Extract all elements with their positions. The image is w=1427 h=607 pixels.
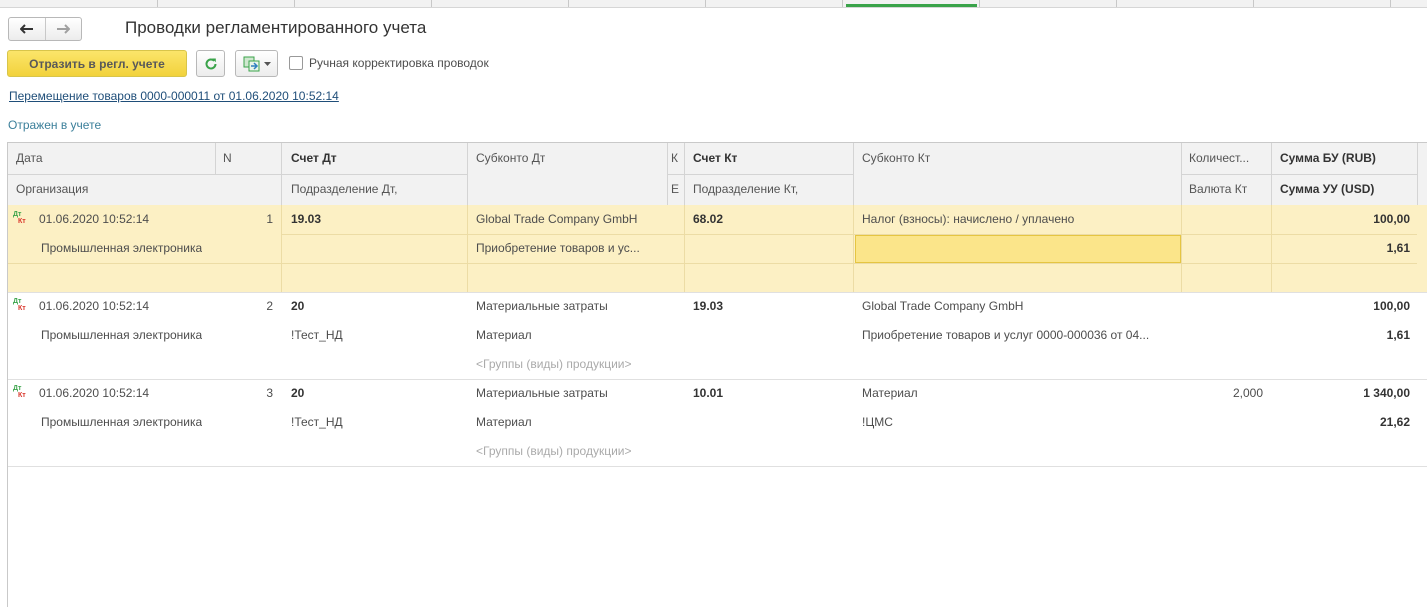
forward-button[interactable] xyxy=(46,18,82,40)
col-header-dept-kt[interactable]: Подразделение Кт, xyxy=(693,182,798,196)
back-button[interactable] xyxy=(9,18,46,40)
table-header: Дата N Счет Дт Субконто Дт К Счет Кт Суб… xyxy=(8,143,1427,206)
sum-bu[interactable]: 100,00 xyxy=(1280,212,1410,226)
organization[interactable]: Промышленная электроника xyxy=(41,328,202,342)
manual-correction-label[interactable]: Ручная корректировка проводок xyxy=(309,56,489,70)
subconto-dt-1[interactable]: Материальные затраты xyxy=(476,386,666,400)
tab-separator xyxy=(294,0,295,7)
col-header-qty[interactable]: Количест... xyxy=(1189,151,1267,165)
document-link[interactable]: Перемещение товаров 0000-000011 от 01.06… xyxy=(9,89,339,103)
sum-uu[interactable]: 21,62 xyxy=(1280,415,1410,429)
manual-correction-checkbox[interactable] xyxy=(289,56,303,70)
subconto-kt-1[interactable]: Материал xyxy=(862,386,1177,400)
col-header-sum-bu[interactable]: Сумма БУ (RUB) xyxy=(1280,151,1376,165)
account-dt[interactable]: 19.03 xyxy=(291,212,321,226)
subconto-dt-3-placeholder[interactable]: <Группы (виды) продукции> xyxy=(476,444,676,458)
tab-separator xyxy=(1253,0,1254,7)
department-dt[interactable]: !Тест_НД xyxy=(291,415,343,429)
tab-separator xyxy=(431,0,432,7)
col-header-date[interactable]: Дата xyxy=(16,151,43,165)
entry-date[interactable]: 01.06.2020 10:52:14 xyxy=(39,299,149,313)
sum-bu[interactable]: 1 340,00 xyxy=(1280,386,1410,400)
entry-number[interactable]: 1 xyxy=(223,212,273,226)
subconto-dt-2[interactable]: Материал xyxy=(476,415,666,429)
account-kt[interactable]: 19.03 xyxy=(693,299,723,313)
tab-separator xyxy=(1390,0,1391,7)
copy-icon xyxy=(243,56,259,71)
table-row[interactable]: Дт Кт 01.06.2020 10:52:14 2 20 Материальн… xyxy=(8,292,1427,380)
entries-table: Дата N Счет Дт Субконто Дт К Счет Кт Суб… xyxy=(7,142,1427,607)
col-header-sum-uu[interactable]: Сумма УУ (USD) xyxy=(1280,182,1374,196)
copy-entries-button[interactable] xyxy=(235,50,278,77)
table-row[interactable]: Дт Кт 01.06.2020 10:52:14 1 19.03 Global … xyxy=(8,205,1427,293)
col-header-acc-kt[interactable]: Счет Кт xyxy=(693,151,737,165)
arrow-right-icon xyxy=(57,24,71,34)
tab-separator xyxy=(157,0,158,7)
subconto-dt-3-placeholder[interactable]: <Группы (виды) продукции> xyxy=(476,357,676,371)
subconto-dt-2[interactable]: Приобретение товаров и ус... xyxy=(476,241,666,255)
subconto-dt-1[interactable]: Global Trade Company GmbH xyxy=(476,212,666,226)
quantity[interactable]: 2,000 xyxy=(1189,386,1263,400)
entry-number[interactable]: 2 xyxy=(223,299,273,313)
page-title: Проводки регламентированного учета xyxy=(125,18,427,37)
col-header-dept-dt[interactable]: Подразделение Дт, xyxy=(291,182,397,196)
subconto-kt-2[interactable]: !ЦМС xyxy=(862,415,1177,429)
organization[interactable]: Промышленная электроника xyxy=(41,241,202,255)
col-header-acc-dt[interactable]: Счет Дт xyxy=(291,151,337,165)
dt-kt-icon: Дт Кт xyxy=(13,211,26,225)
dropdown-arrow-icon xyxy=(263,61,271,66)
status-text: Отражен в учете xyxy=(8,118,102,132)
subconto-dt-2[interactable]: Материал xyxy=(476,328,666,342)
tab-strip xyxy=(0,0,1427,8)
selected-cell[interactable] xyxy=(855,235,1181,263)
account-dt[interactable]: 20 xyxy=(291,386,304,400)
tab-separator xyxy=(842,0,843,7)
sum-uu[interactable]: 1,61 xyxy=(1280,328,1410,342)
department-dt[interactable]: !Тест_НД xyxy=(291,328,343,342)
col-header-org[interactable]: Организация xyxy=(16,182,88,196)
refresh-icon xyxy=(205,57,216,69)
subconto-dt-1[interactable]: Материальные затраты xyxy=(476,299,666,313)
navigation-buttons xyxy=(8,17,82,41)
account-kt[interactable]: 10.01 xyxy=(693,386,723,400)
sum-bu[interactable]: 100,00 xyxy=(1280,299,1410,313)
arrow-left-icon xyxy=(19,24,33,34)
col-header-sub-dt[interactable]: Субконто Дт xyxy=(476,151,545,165)
tab-separator xyxy=(979,0,980,7)
refresh-button[interactable] xyxy=(196,50,225,77)
entry-date[interactable]: 01.06.2020 10:52:14 xyxy=(39,212,149,226)
col-header-sub-kt[interactable]: Субконто Кт xyxy=(862,151,930,165)
account-kt[interactable]: 68.02 xyxy=(693,212,723,226)
col-header-e[interactable]: Е xyxy=(671,182,681,196)
entry-number[interactable]: 3 xyxy=(223,386,273,400)
account-dt[interactable]: 20 xyxy=(291,299,304,313)
dt-kt-icon: Дт Кт xyxy=(13,298,26,312)
sum-uu[interactable]: 1,61 xyxy=(1280,241,1410,255)
subconto-kt-1[interactable]: Global Trade Company GmbH xyxy=(862,299,1177,313)
col-header-cur-kt[interactable]: Валюта Кт xyxy=(1189,182,1247,196)
subconto-kt-2[interactable]: Приобретение товаров и услуг 0000-000036… xyxy=(862,328,1177,342)
reflect-in-accounting-button[interactable]: Отразить в регл. учете xyxy=(7,50,187,77)
organization[interactable]: Промышленная электроника xyxy=(41,415,202,429)
active-tab-indicator[interactable] xyxy=(846,4,977,7)
dt-kt-icon: Дт Кт xyxy=(13,385,26,399)
col-header-n[interactable]: N xyxy=(223,151,232,165)
table-row[interactable]: Дт Кт 01.06.2020 10:52:14 3 20 Материальн… xyxy=(8,379,1427,467)
tab-separator xyxy=(705,0,706,7)
subconto-kt-1[interactable]: Налог (взносы): начислено / уплачено xyxy=(862,212,1177,226)
entry-date[interactable]: 01.06.2020 10:52:14 xyxy=(39,386,149,400)
col-header-k[interactable]: К xyxy=(671,151,681,165)
tab-separator xyxy=(568,0,569,7)
tab-separator xyxy=(1116,0,1117,7)
